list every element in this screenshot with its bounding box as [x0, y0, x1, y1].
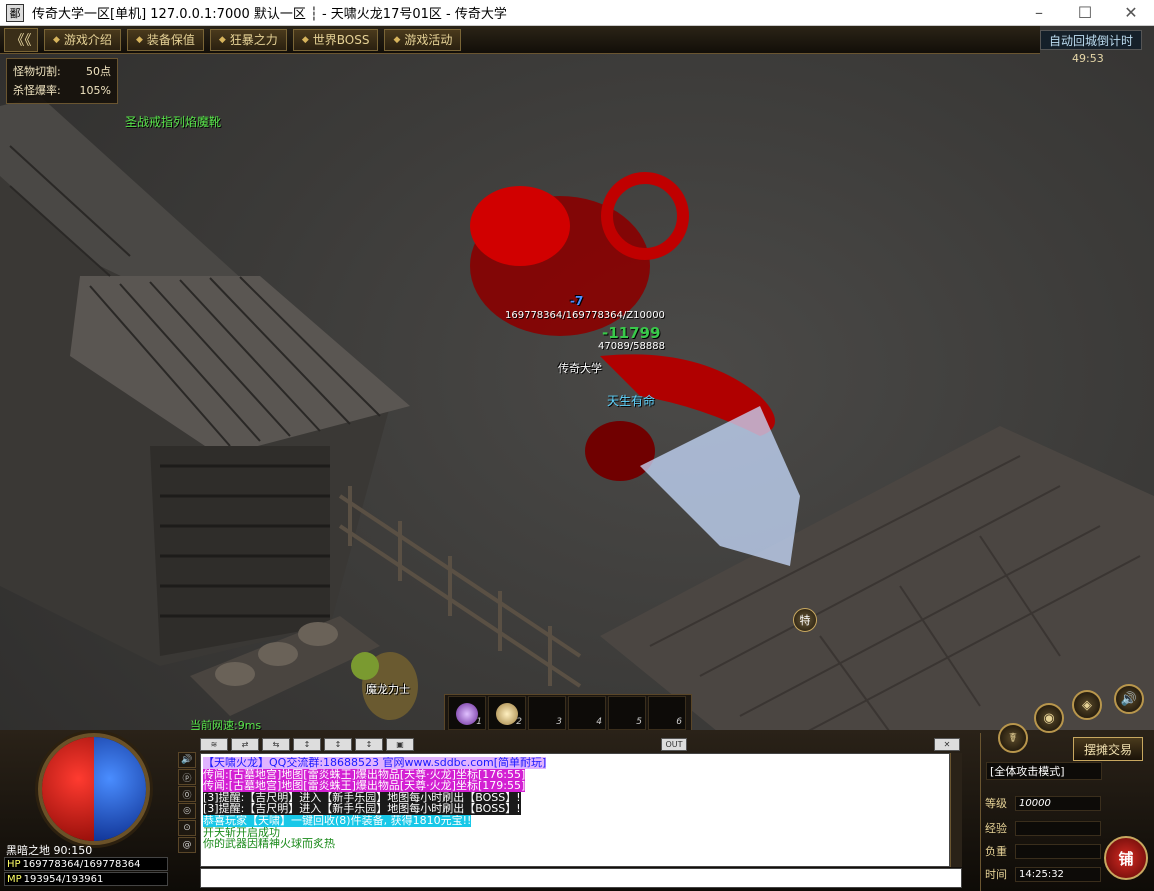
stat-row: 杀怪爆率: 105% [13, 84, 111, 97]
diamond-icon: ◆ [393, 34, 401, 45]
hotbar-slot[interactable]: 1 [448, 696, 486, 730]
hotbar-slot[interactable]: 4 [568, 696, 606, 730]
at-icon[interactable]: @ [178, 837, 196, 853]
minimize-icon[interactable]: – [1016, 0, 1062, 26]
diamond-icon: ◆ [135, 34, 143, 45]
close-icon[interactable]: ✕ [1108, 0, 1154, 26]
player-hp-label: 47089/58888 [598, 341, 665, 352]
skill-icon[interactable]: ◈ [1072, 690, 1102, 720]
chat-line: 【天啸火龙】QQ交流群:18688523 官网www.sddbc.com[简单耐… [203, 757, 547, 769]
hp-mp-orb [38, 733, 150, 845]
map-location: 黑暗之地 90:150 [6, 844, 93, 857]
chat-tool-button[interactable]: ⇆ [262, 737, 290, 751]
hotbar-slot[interactable]: 6 [648, 696, 686, 730]
auto-return-button[interactable]: 自动回城倒计时 [1040, 30, 1142, 50]
stat-row: 怪物切割: 50点 [13, 65, 111, 78]
window-title: 传奇大学一区[单机] 127.0.0.1:7000 默认一区 ┆ - 天啸火龙1… [32, 7, 507, 22]
chat-line: [3]提醒:【吉尺明】进入【新手乐园】地图每小时刷出【BOSS】! [203, 791, 521, 804]
nav-item-equip-value[interactable]: ◆ 装备保值 [126, 28, 204, 51]
ground-item-label[interactable]: 圣战戒指列焰魔靴 [125, 113, 221, 130]
special-icon[interactable]: 特 [793, 608, 817, 632]
purple-orb-icon [456, 703, 478, 725]
diamond-icon: ◆ [53, 34, 60, 45]
fence [338, 486, 582, 688]
basket [258, 642, 298, 666]
diamond-icon: ◆ [218, 34, 226, 45]
hotbar: 1 2 3 4 5 6 [444, 694, 692, 732]
shop-button[interactable]: 铺 [1104, 836, 1148, 880]
title-bar: 鄱 传奇大学一区[单机] 127.0.0.1:7000 默认一区 ┆ - 天啸火… [0, 0, 1154, 26]
nav-item-game-events[interactable]: ◆ 游戏活动 [384, 28, 462, 51]
chat-line: 传闻:[古墓地宫]地图[雷炎蛛王]爆出物品[天尊·火龙]坐标[176:55] [203, 768, 526, 781]
group-chat-icon[interactable]: ⓪ [178, 786, 196, 802]
chat-tool-button[interactable]: ⇄ [231, 737, 259, 751]
private-chat-icon[interactable]: ⓟ [178, 769, 196, 785]
chat-line: 你的武器因精神火球而炙热 [203, 838, 335, 850]
chat-tool-button[interactable]: ≋ [200, 737, 228, 751]
chat-tool-button[interactable]: ↕ [355, 737, 383, 751]
nav-item-game-intro[interactable]: ◆ 游戏介绍 [44, 28, 121, 51]
chat-toolbar: ≋ ⇄ ⇆ ↕ ↕ ↕ ▣ OUT ✕ [200, 736, 960, 752]
chat-line: 开天斩开启成功 [203, 826, 280, 839]
chat-out-button[interactable]: OUT [661, 737, 687, 751]
chat-input[interactable] [200, 868, 962, 888]
damage-number: -11799 [602, 324, 661, 342]
time-row: 时间 14:25:32 [985, 866, 1101, 882]
nav-item-world-boss[interactable]: ◆ 世界BOSS [292, 28, 379, 51]
level-row: 等级 10000 [985, 795, 1101, 811]
attack-mode[interactable]: [全体攻击模式] [986, 762, 1102, 780]
diamond-icon: ◆ [301, 34, 309, 45]
chat-line: 传闻:[古墓地宫]地图[雷炎蛛王]爆出物品[天尊·火龙]坐标[179:55] [203, 780, 526, 792]
hp-orb-half [42, 737, 94, 841]
bag-icon[interactable]: ◉ [1034, 703, 1064, 733]
mp-readout: MP 193954/193961 [4, 872, 168, 886]
game-window: 鄱 传奇大学一区[单机] 127.0.0.1:7000 默认一区 ┆ - 天啸火… [0, 0, 1154, 891]
chat-scrollbar[interactable] [950, 753, 962, 867]
player-name[interactable]: 传奇大学 [558, 360, 602, 376]
player-title: 天生有命 [607, 394, 656, 408]
load-row: 负重 [985, 843, 1101, 859]
sound-icon[interactable]: 🔊 [178, 752, 196, 768]
sound-toggle-icon[interactable]: 🔊 [1114, 684, 1144, 714]
hotbar-slot[interactable]: 3 [528, 696, 566, 730]
boss-hp-label: 169778364/169778364/Z10000 [505, 310, 665, 321]
nav-item-rage-power[interactable]: ◆ 狂暴之力 [209, 28, 287, 51]
monster-stats-panel: 怪物切割: 50点 杀怪爆率: 105% [6, 58, 118, 104]
character-icon[interactable]: ☤ [998, 723, 1028, 753]
exp-row: 经验 [985, 820, 1101, 836]
chat-tool-button[interactable]: ↕ [324, 737, 352, 751]
auto-return-timer: 49:53 [1072, 52, 1104, 65]
basket [215, 662, 255, 686]
mp-orb-half [94, 737, 146, 841]
chat-side-icons: 🔊 ⓟ ⓪ ◎ ⊙ @ [178, 752, 198, 853]
nav-back-button[interactable]: 《《 [4, 27, 38, 52]
basket [298, 622, 338, 646]
shout-icon[interactable]: ⊙ [178, 820, 196, 836]
stall-trade-button[interactable]: 摆摊交易 [1073, 737, 1143, 761]
house-front [150, 446, 330, 656]
hotbar-slot[interactable]: 2 [488, 696, 526, 730]
hp-readout: HP 169778364/169778364 [4, 857, 168, 871]
top-nav: 《《 ◆ 游戏介绍 ◆ 装备保值 ◆ 狂暴之力 ◆ 世界BOSS ◆ 游戏活动 [0, 26, 1040, 54]
app-icon: 鄱 [6, 3, 24, 22]
chat-tool-button[interactable]: ▣ [386, 737, 414, 751]
hotbar-slot[interactable]: 5 [608, 696, 646, 730]
ice-effect [640, 406, 800, 566]
guild-chat-icon[interactable]: ◎ [178, 803, 196, 819]
chat-line: 恭喜玩家【天啸】一键回收(8)件装备, 获得1810元宝!! [203, 814, 472, 827]
chat-tool-button[interactable]: ↕ [293, 737, 321, 751]
chat-line: [3]提醒:【吉尺明】进入【新手乐园】地图每小时刷出【BOSS】! [203, 803, 521, 815]
chat-close-button[interactable]: ✕ [934, 737, 960, 751]
npc-name[interactable]: 魔龙力士 [366, 681, 410, 697]
chat-log[interactable]: 【天啸火龙】QQ交流群:18688523 官网www.sddbc.com[简单耐… [200, 753, 950, 867]
maximize-icon[interactable]: ☐ [1062, 0, 1108, 26]
gold-orb-icon [496, 703, 518, 725]
target-tag: -7 [570, 294, 584, 308]
